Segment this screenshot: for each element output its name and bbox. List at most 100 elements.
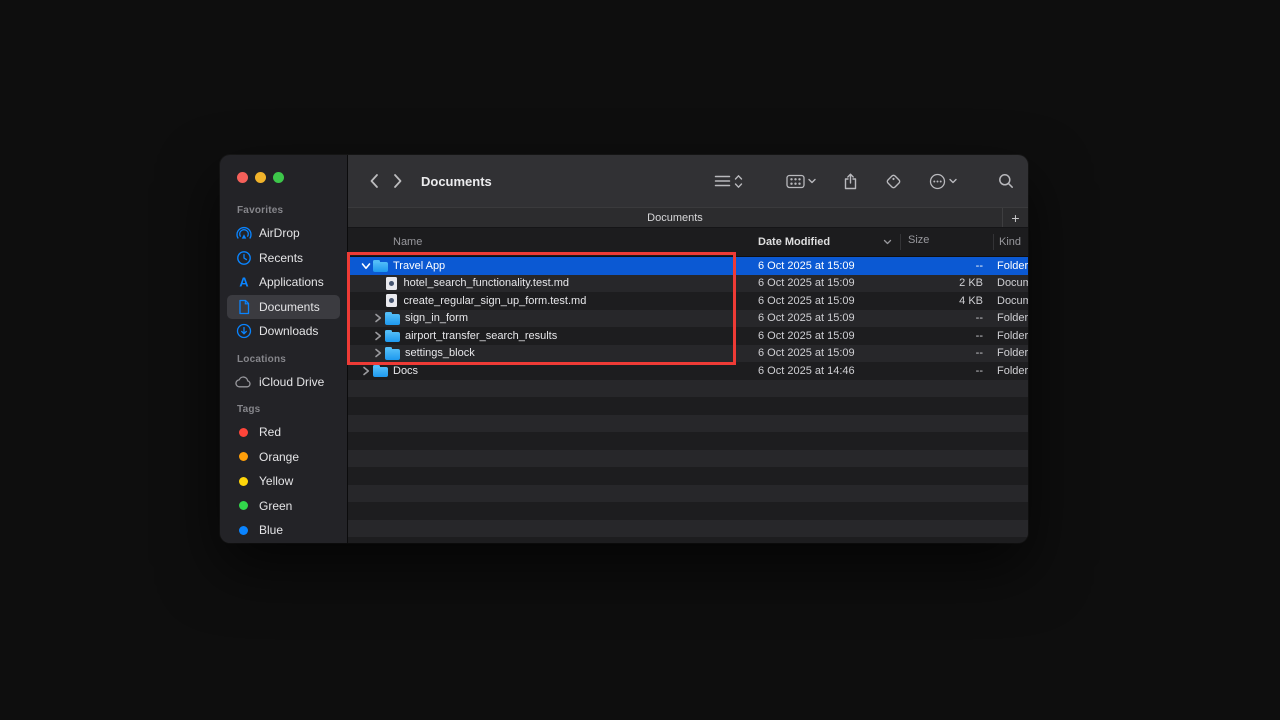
name-cell: settings_block: [348, 347, 752, 360]
file-row-create-regular-sign-up-form-test-md[interactable]: create_regular_sign_up_form.test.md 6 Oct…: [348, 292, 1028, 310]
size-cell: 2 KB: [901, 277, 993, 289]
minimize-window-button[interactable]: [255, 172, 266, 183]
view-mode-chevrons-icon: [734, 174, 743, 189]
folder-icon: [373, 367, 388, 378]
disclosure-triangle-icon[interactable]: [371, 313, 384, 323]
sidebar-item-icloud-drive[interactable]: iCloud Drive: [227, 370, 340, 395]
close-window-button[interactable]: [237, 172, 248, 183]
file-name: Docs: [393, 365, 418, 377]
sidebar-item-applications[interactable]: AApplications: [227, 270, 340, 295]
folder-icon: [385, 332, 400, 343]
column-header-date-modified[interactable]: Date Modified: [752, 234, 901, 250]
sidebar-item-label: AirDrop: [259, 226, 300, 240]
column-headers: Name Date Modified Size Kind: [348, 228, 1028, 257]
file-row-sign-in-form[interactable]: sign_in_form6 Oct 2025 at 15:09--Folder: [348, 310, 1028, 328]
disclosure-triangle-icon[interactable]: [359, 262, 372, 270]
file-row-travel-app[interactable]: Travel App6 Oct 2025 at 15:09--Folder: [348, 257, 1028, 275]
empty-row-stripe: [348, 520, 1028, 538]
column-header-kind[interactable]: Kind: [993, 234, 1028, 250]
chevron-down-icon: [949, 178, 957, 184]
window-title: Documents: [421, 174, 492, 189]
window-controls: [220, 155, 347, 183]
tags-button[interactable]: [885, 173, 902, 190]
tag-dot: [235, 449, 252, 465]
file-name: sign_in_form: [405, 312, 468, 324]
search-button[interactable]: [998, 173, 1014, 189]
sidebar-item-downloads[interactable]: Downloads: [227, 319, 340, 344]
zoom-window-button[interactable]: [273, 172, 284, 183]
date-modified-cell: 6 Oct 2025 at 15:09: [752, 277, 901, 289]
kind-cell: Folder: [993, 330, 1028, 342]
file-list: Travel App6 Oct 2025 at 15:09--Folderhot…: [348, 257, 1028, 543]
date-modified-cell: 6 Oct 2025 at 15:09: [752, 347, 901, 359]
kind-cell: Folder: [993, 312, 1028, 324]
sidebar-item-airdrop[interactable]: AirDrop: [227, 221, 340, 246]
date-modified-cell: 6 Oct 2025 at 14:46: [752, 365, 901, 377]
name-cell: Docs: [348, 365, 752, 378]
file-row-airport-transfer-search-results[interactable]: airport_transfer_search_results6 Oct 202…: [348, 327, 1028, 345]
file-name: settings_block: [405, 347, 475, 359]
tag-dot: [235, 498, 252, 514]
file-name: Travel App: [393, 260, 445, 272]
kind-cell: Document: [993, 277, 1028, 289]
sidebar: Favorites AirDrop RecentsAApplications Docu…: [220, 155, 348, 543]
sidebar-section-locations: Locations: [220, 354, 347, 365]
finder-window: Favorites AirDrop RecentsAApplications Docu…: [220, 155, 1028, 543]
chevron-down-icon: [808, 178, 816, 184]
disclosure-triangle-icon[interactable]: [371, 331, 384, 341]
sidebar-item-yellow[interactable]: Yellow: [227, 469, 340, 494]
document-icon: [386, 277, 397, 290]
document-icon: [386, 294, 397, 307]
column-header-size[interactable]: Size: [901, 234, 993, 250]
date-modified-cell: 6 Oct 2025 at 15:09: [752, 295, 901, 307]
new-tab-button[interactable]: +: [1002, 208, 1028, 227]
sidebar-item-recents[interactable]: Recents: [227, 246, 340, 271]
date-modified-cell: 6 Oct 2025 at 15:09: [752, 330, 901, 342]
file-row-hotel-search-functionality-test-md[interactable]: hotel_search_functionality.test.md6 Oct …: [348, 275, 1028, 293]
forward-button[interactable]: [386, 168, 410, 194]
sidebar-item-red[interactable]: Red: [227, 420, 340, 445]
sidebar-item-label: Blue: [259, 523, 283, 537]
applications-icon: A: [235, 274, 252, 290]
toolbar: Documents: [348, 155, 1028, 207]
file-row-docs[interactable]: Docs6 Oct 2025 at 14:46--Folder: [348, 362, 1028, 380]
disclosure-triangle-icon[interactable]: [371, 348, 384, 358]
sidebar-item-documents[interactable]: Documents: [227, 295, 340, 320]
disclosure-triangle-icon[interactable]: [359, 366, 372, 376]
icloud-icon: [235, 374, 252, 390]
group-by-button[interactable]: [786, 174, 816, 189]
size-cell: --: [901, 312, 993, 324]
sidebar-item-green[interactable]: Green: [227, 494, 340, 519]
name-cell: sign_in_form: [348, 312, 752, 325]
size-cell: --: [901, 365, 993, 377]
sidebar-section-favorites: Favorites: [220, 205, 347, 216]
main-pane: Documents: [348, 155, 1028, 543]
sidebar-item-label: Orange: [259, 450, 299, 464]
sidebar-item-blue[interactable]: Blue: [227, 518, 340, 543]
file-row-settings-block[interactable]: settings_block6 Oct 2025 at 15:09--Folde…: [348, 345, 1028, 363]
sidebar-item-label: Documents: [259, 300, 320, 314]
empty-row-stripe: [348, 397, 1028, 415]
empty-row-stripe: [348, 432, 1028, 450]
column-header-name[interactable]: Name: [348, 236, 752, 248]
file-name: create_regular_sign_up_form.test.md: [404, 295, 587, 307]
sort-chevron-icon: [883, 239, 892, 245]
back-button[interactable]: [362, 168, 386, 194]
tag-dot: [235, 473, 252, 489]
more-actions-button[interactable]: [929, 173, 957, 190]
size-cell: --: [901, 330, 993, 342]
name-cell: Travel App: [348, 260, 752, 273]
recents-icon: [235, 250, 252, 266]
tab-documents[interactable]: Documents: [348, 212, 1002, 224]
date-modified-cell: 6 Oct 2025 at 15:09: [752, 260, 901, 272]
documents-icon: [235, 299, 252, 315]
share-button[interactable]: [843, 173, 858, 190]
downloads-icon: [235, 323, 252, 339]
sidebar-item-orange[interactable]: Orange: [227, 445, 340, 470]
sidebar-item-label: Downloads: [259, 324, 318, 338]
sidebar-item-label: Red: [259, 425, 281, 439]
kind-cell: Folder: [993, 347, 1028, 359]
view-mode-button[interactable]: [714, 174, 743, 189]
kind-cell: Folder: [993, 260, 1028, 272]
search-icon: [998, 173, 1014, 189]
